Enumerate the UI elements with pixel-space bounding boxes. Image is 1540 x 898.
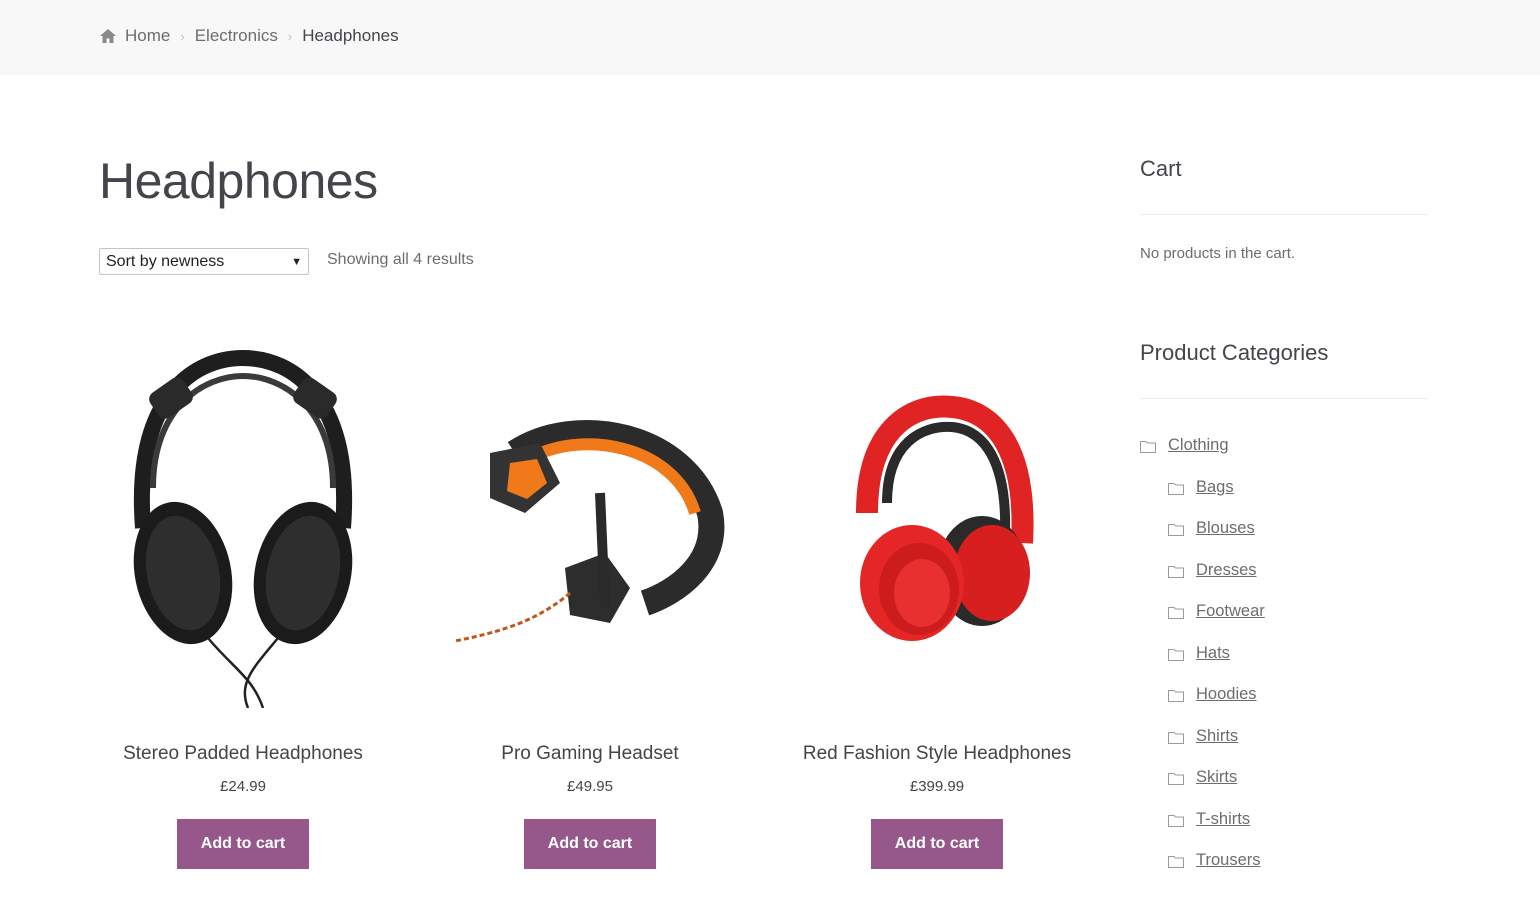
product-image-red-headphones[interactable] (792, 330, 1082, 715)
product-name[interactable]: Red Fashion Style Headphones (792, 742, 1082, 766)
breadcrumb-current: Headphones (302, 26, 399, 45)
category-item-footwear: Footwear (1140, 591, 1265, 633)
category-item-skirts: Skirts (1140, 757, 1265, 799)
category-list: Clothing Bags Blouses Dresses Footwear H… (1140, 425, 1265, 882)
product-image-gaming-headset[interactable] (445, 330, 735, 715)
breadcrumb-bar: Home › Electronics › Headphones (0, 0, 1540, 75)
folder-icon (1168, 854, 1184, 869)
folder-icon (1168, 771, 1184, 786)
category-link[interactable]: Blouses (1196, 519, 1255, 538)
folder-icon (1168, 605, 1184, 620)
product-price: £49.95 (567, 778, 613, 795)
folder-icon (1168, 688, 1184, 703)
folder-icon (1168, 647, 1184, 661)
category-link[interactable]: T-shirts (1196, 810, 1250, 829)
category-item-trousers: Trousers (1140, 840, 1265, 882)
category-link[interactable]: Footwear (1196, 602, 1265, 621)
category-link[interactable]: Bags (1196, 478, 1234, 497)
category-item-tshirts: T-shirts (1140, 799, 1265, 841)
breadcrumb: Home › Electronics › Headphones (99, 26, 399, 46)
product-price: £24.99 (220, 778, 266, 795)
product-price: £399.99 (909, 778, 965, 795)
category-link[interactable]: Hats (1196, 644, 1230, 663)
product-card: Pro Gaming Headset £49.95 Add to cart (445, 330, 735, 869)
add-to-cart-button[interactable]: Add to cart (524, 819, 656, 869)
categories-widget-title: Product Categories (1140, 340, 1329, 365)
breadcrumb-home[interactable]: Home (125, 26, 170, 46)
category-item-dresses: Dresses (1140, 550, 1265, 592)
category-item-blouses: Blouses (1140, 508, 1265, 550)
breadcrumb-electronics[interactable]: Electronics (195, 26, 278, 46)
sort-select-value: Sort by newness (106, 252, 225, 270)
folder-icon (1168, 522, 1184, 537)
result-count: Showing all 4 results (327, 251, 474, 268)
category-item-hats: Hats (1140, 633, 1265, 675)
category-link[interactable]: Clothing (1168, 436, 1229, 455)
dropdown-arrow-icon: ▼ (291, 255, 302, 268)
category-item-clothing: Clothing (1140, 425, 1265, 467)
page-title: Headphones (99, 153, 378, 209)
folder-icon (1168, 481, 1184, 495)
home-icon[interactable] (99, 28, 117, 44)
product-image-stereo-headphones[interactable] (98, 330, 388, 715)
folder-icon (1168, 564, 1184, 578)
category-item-shirts: Shirts (1140, 716, 1265, 758)
folder-icon (1168, 813, 1184, 827)
folder-icon (1168, 730, 1184, 744)
add-to-cart-button[interactable]: Add to cart (177, 819, 309, 869)
category-link[interactable]: Dresses (1196, 561, 1257, 580)
folder-icon (1140, 439, 1156, 454)
product-card: Red Fashion Style Headphones £399.99 Add… (792, 330, 1082, 869)
product-card: Stereo Padded Headphones £24.99 Add to c… (98, 330, 388, 869)
breadcrumb-separator-icon: › (287, 28, 293, 44)
category-item-bags: Bags (1140, 467, 1265, 509)
product-name[interactable]: Pro Gaming Headset (445, 742, 735, 766)
cart-widget-title: Cart (1140, 156, 1182, 181)
product-name[interactable]: Stereo Padded Headphones (98, 742, 388, 766)
breadcrumb-separator-icon: › (180, 28, 185, 44)
sort-select[interactable]: Sort by newness ▼ (99, 248, 309, 275)
add-to-cart-button[interactable]: Add to cart (871, 819, 1003, 869)
category-link[interactable]: Hoodies (1196, 685, 1257, 704)
category-item-hoodies: Hoodies (1140, 674, 1265, 716)
category-link[interactable]: Shirts (1196, 727, 1238, 746)
cart-empty-message: No products in the cart. (1140, 245, 1296, 262)
category-link[interactable]: Skirts (1196, 768, 1237, 787)
category-link[interactable]: Trousers (1196, 851, 1261, 870)
divider (1140, 398, 1428, 399)
divider (1140, 214, 1428, 215)
